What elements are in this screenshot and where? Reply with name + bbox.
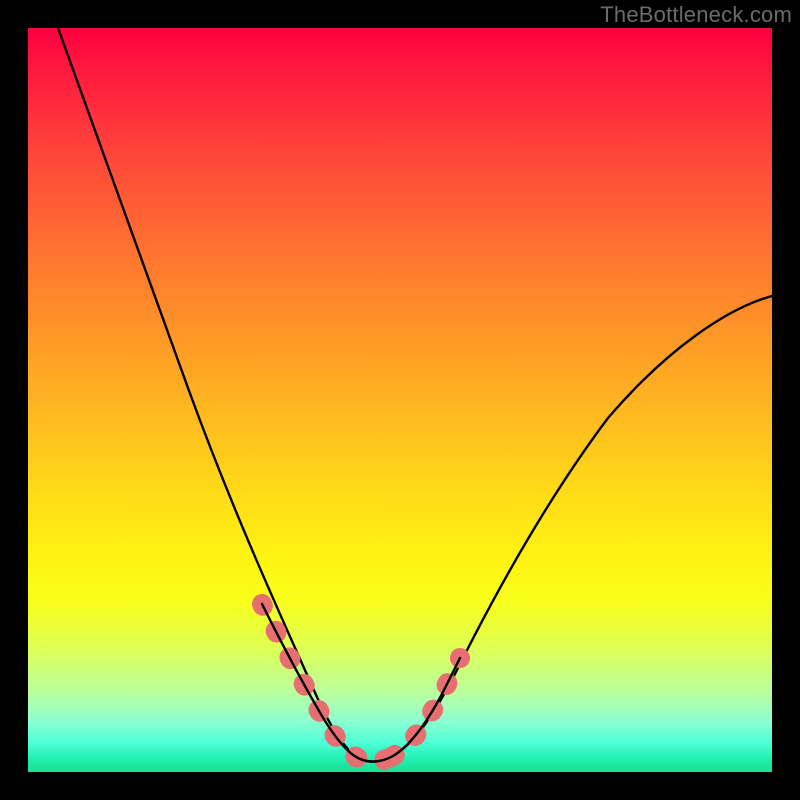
bottleneck-curve-overlay <box>262 604 460 762</box>
plot-area <box>28 28 772 772</box>
curve-layer <box>28 28 772 772</box>
chart-frame: TheBottleneck.com <box>0 0 800 800</box>
curve-highlight-right <box>393 658 460 756</box>
bottleneck-curve <box>58 28 772 762</box>
watermark-text: TheBottleneck.com <box>600 2 792 28</box>
curve-highlight-left <box>262 604 393 762</box>
